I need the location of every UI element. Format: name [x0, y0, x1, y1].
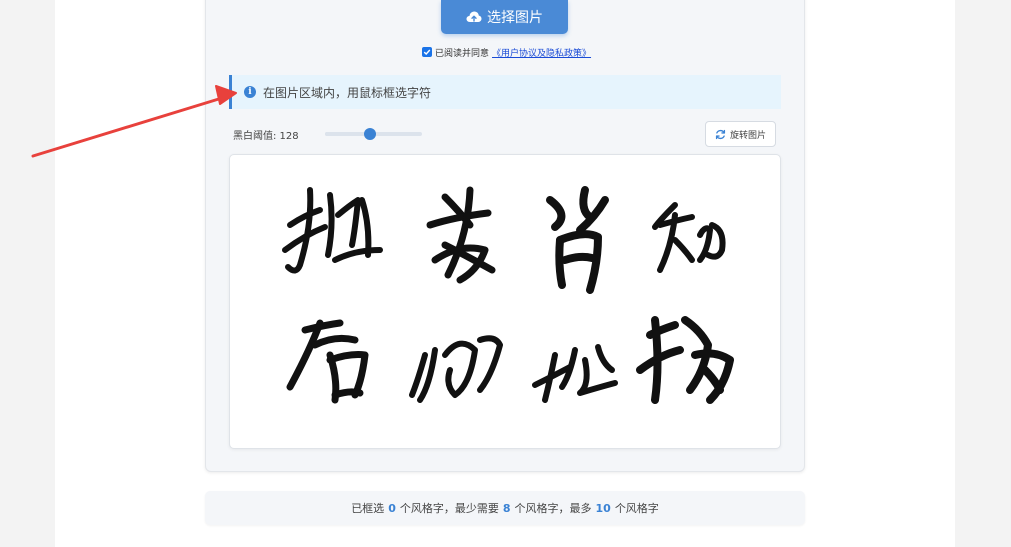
info-icon: i	[244, 86, 256, 98]
status-prefix: 已框选	[351, 502, 385, 515]
selection-hint-text: 在图片区域内，用鼠标框选字符	[263, 85, 432, 100]
max-count: 10	[595, 501, 611, 515]
rotate-image-button[interactable]: 旋转图片	[705, 121, 776, 147]
calligraphy-image	[282, 186, 734, 404]
min-count: 8	[502, 501, 511, 515]
select-image-button[interactable]: 选择图片	[441, 0, 568, 34]
image-canvas[interactable]	[229, 154, 781, 449]
selected-count: 0	[388, 501, 396, 515]
check-icon	[423, 49, 431, 55]
agreement-checkbox[interactable]	[422, 47, 432, 57]
privacy-policy-link[interactable]: 《用户协议及隐私政策》	[492, 46, 591, 59]
slider-thumb[interactable]	[363, 128, 376, 140]
status-text-3: 个风格字	[614, 502, 659, 515]
agreement-text: 已阅读并同意	[435, 48, 490, 59]
rotate-icon	[715, 129, 726, 139]
select-image-label: 选择图片	[487, 10, 543, 26]
threshold-label: 黑白阈值: 128	[233, 131, 299, 142]
threshold-slider[interactable]	[325, 128, 422, 140]
status-text-2: 个风格字，最多	[514, 502, 592, 515]
selection-hint: i 在图片区域内，用鼠标框选字符	[229, 75, 781, 109]
selection-status: 已框选 0 个风格字，最少需要 8 个风格字，最多 10 个风格字	[205, 491, 805, 525]
cloud-upload-icon	[466, 11, 482, 22]
rotate-image-label: 旋转图片	[729, 130, 766, 141]
agreement-row: 已阅读并同意 《用户协议及隐私政策》	[422, 45, 591, 59]
status-text-1: 个风格字，最少需要	[399, 502, 499, 515]
